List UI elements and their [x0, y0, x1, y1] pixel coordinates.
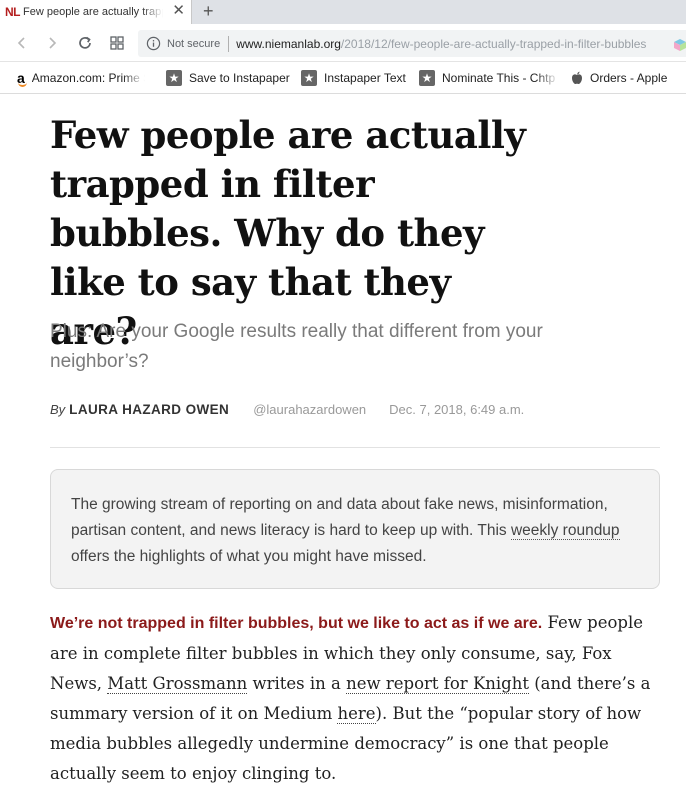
- bookmark-orders-apple[interactable]: Orders - Apple: [571, 69, 667, 87]
- browser-tab[interactable]: NL Few people are actually trapped in fi…: [0, 0, 192, 24]
- publish-date: Dec. 7, 2018, 6:49 a.m.: [389, 402, 525, 417]
- back-button[interactable]: [12, 33, 32, 53]
- bookmark-instapaper-text[interactable]: ★ Instapaper Text: [301, 69, 406, 87]
- forward-button[interactable]: [42, 33, 62, 53]
- back-arrow-icon: [17, 37, 25, 49]
- forward-arrow-icon: [49, 37, 57, 49]
- address-divider: [228, 35, 230, 52]
- byline-divider: [50, 447, 660, 448]
- extension-cube-icon[interactable]: [674, 39, 686, 51]
- bookmark-label: Amazon.com: Prime S: [31, 71, 145, 85]
- apps-button[interactable]: [107, 33, 127, 53]
- callout-text-end: offers the highlights of what you might …: [71, 548, 427, 565]
- bookmark-label: Nominate This - Chtp: [442, 71, 556, 85]
- author-link[interactable]: LAURA HAZARD OWEN: [69, 402, 229, 417]
- roundup-callout: The growing stream of reporting on and d…: [50, 469, 660, 589]
- new-tab-button[interactable]: +: [203, 0, 214, 22]
- article: Few people are actually trapped in filte…: [0, 95, 686, 795]
- info-icon[interactable]: [146, 36, 161, 51]
- bookmark-label: Save to Instapaper: [189, 71, 290, 85]
- star-icon: ★: [419, 70, 435, 86]
- knight-report-link[interactable]: new report for Knight: [346, 674, 529, 694]
- article-dek: Plus: Are your Google results really tha…: [50, 321, 543, 372]
- tab-strip: NL Few people are actually trapped in fi…: [0, 0, 686, 24]
- bookmark-nominate-this[interactable]: ★ Nominate This - Chtp: [419, 69, 559, 87]
- security-label[interactable]: Not secure: [167, 38, 220, 50]
- address-bar[interactable]: Not secure www.niemanlab.org/2018/12/few…: [138, 30, 686, 57]
- close-tab-icon[interactable]: ✕: [172, 2, 185, 20]
- byline: By LAURA HAZARD OWEN @laurahazardowen De…: [50, 402, 524, 417]
- paragraph-text: writes in a: [247, 674, 347, 693]
- article-paragraph: We’re not trapped in filter bubbles, but…: [50, 608, 660, 789]
- url-text[interactable]: www.niemanlab.org/2018/12/few-people-are…: [236, 37, 646, 51]
- amazon-icon: a: [17, 70, 27, 87]
- browser-toolbar: Not secure www.niemanlab.org/2018/12/few…: [0, 24, 686, 62]
- reload-icon: [79, 36, 91, 49]
- apps-grid-icon: [110, 36, 124, 50]
- bookmark-label: Orders - Apple: [590, 71, 668, 85]
- weekly-roundup-link[interactable]: weekly roundup: [510, 522, 620, 540]
- medium-summary-link[interactable]: here: [337, 704, 376, 724]
- twitter-handle-link[interactable]: @laurahazardowen: [253, 402, 366, 417]
- bookmark-amazon[interactable]: a Amazon.com: Prime S: [17, 69, 145, 87]
- bookmark-label: Instapaper Text: [324, 71, 406, 85]
- byline-by-label: By: [50, 402, 66, 417]
- bookmark-save-to-instapaper[interactable]: ★ Save to Instapaper: [166, 69, 290, 87]
- apple-icon: [572, 71, 582, 85]
- star-icon: ★: [166, 70, 182, 86]
- niemanlab-favicon-icon: NL: [5, 5, 21, 19]
- url-domain: www.niemanlab.org: [236, 36, 341, 51]
- matt-grossmann-link[interactable]: Matt Grossmann: [107, 674, 248, 694]
- tab-title: Few people are actually trapped in filte…: [23, 6, 163, 18]
- url-path: /2018/12/few-people-are-actually-trapped…: [340, 36, 647, 51]
- reload-button[interactable]: [75, 33, 95, 53]
- bookmarks-bar: a Amazon.com: Prime S ★ Save to Instapap…: [0, 62, 686, 94]
- star-icon: ★: [301, 70, 317, 86]
- paragraph-lede: We’re not trapped in filter bubbles, but…: [50, 615, 543, 632]
